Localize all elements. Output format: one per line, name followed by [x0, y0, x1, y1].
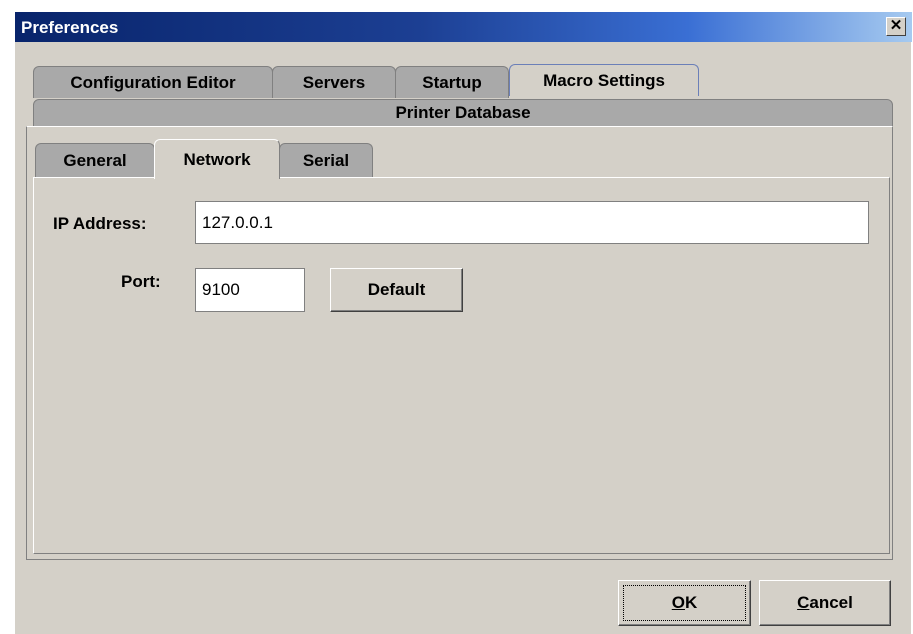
ok-button-label: OK	[671, 593, 698, 612]
tab-printer-database-label: Printer Database	[395, 103, 531, 122]
port-value: 9100	[202, 280, 240, 299]
close-button[interactable]: ✕	[886, 17, 906, 36]
tab-configuration-editor-label: Configuration Editor	[70, 72, 236, 92]
tab-printer-database[interactable]: Printer Database	[33, 99, 893, 127]
tab-general[interactable]: General	[35, 143, 155, 177]
port-label: Port:	[121, 272, 161, 291]
tab-macro-settings[interactable]: Macro Settings	[509, 64, 699, 96]
ok-button[interactable]: OK	[618, 580, 751, 626]
tab-startup[interactable]: Startup	[395, 66, 509, 98]
tab-serial[interactable]: Serial	[279, 143, 373, 177]
cancel-button-label: Cancel	[797, 593, 853, 612]
tab-servers[interactable]: Servers	[272, 66, 396, 98]
ip-address-field[interactable]: 127.0.0.1	[195, 201, 869, 244]
window-title: Preferences	[21, 18, 119, 37]
port-field[interactable]: 9100	[195, 268, 305, 312]
ip-address-label: IP Address:	[53, 214, 147, 233]
tab-network[interactable]: Network	[154, 139, 280, 179]
tab-serial-label: Serial	[302, 150, 350, 170]
cancel-button[interactable]: Cancel	[759, 580, 891, 626]
tab-servers-label: Servers	[302, 72, 366, 92]
tab-general-label: General	[63, 150, 127, 170]
preferences-dialog: Preferences ✕ Configuration Editor Serve…	[14, 12, 912, 634]
tab-startup-label: Startup	[422, 72, 482, 92]
default-button-label: Default	[367, 280, 426, 299]
default-button[interactable]: Default	[330, 268, 463, 312]
close-icon: ✕	[889, 17, 903, 34]
ip-address-value: 127.0.0.1	[202, 212, 273, 232]
tab-macro-settings-label: Macro Settings	[543, 70, 665, 90]
tab-configuration-editor[interactable]: Configuration Editor	[33, 66, 273, 98]
title-bar[interactable]: Preferences ✕	[15, 12, 912, 42]
tab-network-label: Network	[183, 149, 251, 169]
